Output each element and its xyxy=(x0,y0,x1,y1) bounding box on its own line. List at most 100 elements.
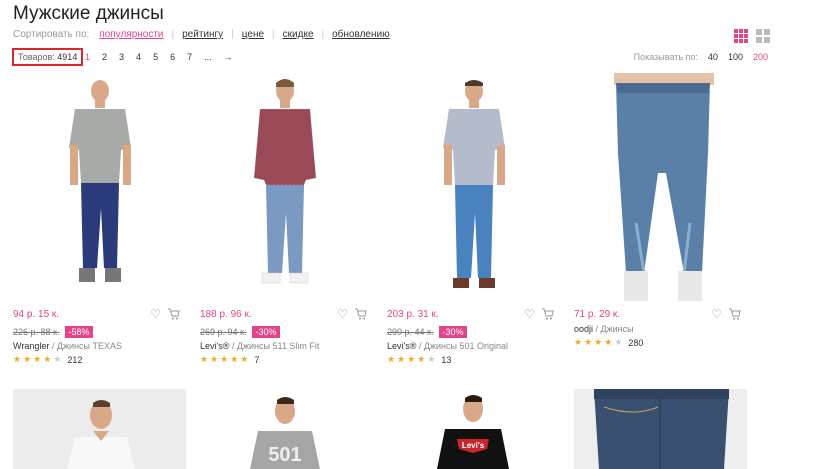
sort-option-discount[interactable]: скидке xyxy=(283,29,314,40)
card-actions: ♡ xyxy=(337,307,367,325)
per-page-option[interactable]: 200 xyxy=(753,52,768,62)
sort-option-newest[interactable]: обновлению xyxy=(332,29,389,40)
pagination: 1 2 3 4 5 6 7 ... → xyxy=(85,52,233,62)
star-icon: ★ xyxy=(43,354,52,364)
heart-icon[interactable]: ♡ xyxy=(711,307,722,325)
product-card[interactable]: ♡ 71 р. 29 к. oodji / Джинсы ★ ★ ★ ★ ★ 2… xyxy=(574,73,749,348)
old-price: 269 р. 94 к. xyxy=(200,326,247,337)
divider: | xyxy=(231,29,234,40)
page-ellipsis: ... xyxy=(204,52,212,62)
heart-icon[interactable]: ♡ xyxy=(524,307,535,325)
brand-model[interactable]: Levi's® / Джинсы 501 Original xyxy=(387,341,562,351)
model-name: Джинсы 501 Original xyxy=(423,341,509,351)
next-page-arrow[interactable]: → xyxy=(224,52,233,62)
brand-separator: / xyxy=(593,324,601,334)
star-empty-icon: ★ xyxy=(614,337,623,347)
brand-name: Wrangler xyxy=(13,341,50,351)
brand-name: Levi's® xyxy=(200,341,230,351)
product-photo[interactable] xyxy=(13,389,186,469)
page-link[interactable]: 6 xyxy=(170,52,175,62)
star-icon: ★ xyxy=(23,354,32,364)
page-link[interactable]: 7 xyxy=(187,52,192,62)
star-empty-icon: ★ xyxy=(427,354,436,364)
star-icon: ★ xyxy=(604,337,613,347)
page-link[interactable]: 4 xyxy=(136,52,141,62)
brand-name: oodji xyxy=(574,324,594,334)
product-count-value: 4914 xyxy=(57,52,78,62)
discount-badge: -30% xyxy=(439,325,467,338)
card-actions: ♡ xyxy=(150,307,180,325)
product-card[interactable]: ♡ 203 р. 31 к. 290 р. 44 к. -30% Levi's®… xyxy=(387,73,562,365)
star-icon: ★ xyxy=(594,337,603,347)
brand-model[interactable]: oodji / Джинсы xyxy=(574,324,749,334)
divider: | xyxy=(272,29,275,40)
discount-badge: -30% xyxy=(252,325,280,338)
review-count: 13 xyxy=(441,354,452,365)
star-icon: ★ xyxy=(230,354,239,364)
model-name: Джинсы xyxy=(600,324,634,334)
star-icon: ★ xyxy=(574,337,583,347)
brand-separator: / xyxy=(416,341,424,351)
page-link[interactable]: 2 xyxy=(102,52,107,62)
product-photo[interactable] xyxy=(200,73,375,301)
product-photo[interactable]: 501 xyxy=(200,389,373,469)
star-icon: ★ xyxy=(584,337,593,347)
per-page-label: Показывать по: xyxy=(633,52,698,62)
sort-option-price[interactable]: цене xyxy=(242,29,264,40)
model-name: Джинсы TEXAS xyxy=(56,341,122,351)
heart-icon[interactable]: ♡ xyxy=(150,307,161,325)
product-photo[interactable] xyxy=(387,73,562,301)
star-icon: ★ xyxy=(220,354,229,364)
star-empty-icon: ★ xyxy=(53,354,62,364)
sort-bar: Сортировать по: популярности | рейтингу … xyxy=(13,29,398,40)
sort-option-popularity[interactable]: популярности xyxy=(99,29,163,40)
brand-model[interactable]: Levi's® / Джинсы 511 Slim Fit xyxy=(200,341,375,351)
divider: | xyxy=(321,29,325,40)
page-link[interactable]: 1 xyxy=(85,52,90,62)
cart-icon[interactable] xyxy=(354,307,367,325)
star-icon: ★ xyxy=(33,354,42,364)
product-count: Товаров: 4914 xyxy=(12,48,84,66)
cart-icon[interactable] xyxy=(167,307,180,325)
product-photo[interactable] xyxy=(574,389,747,469)
product-photo[interactable] xyxy=(574,73,749,301)
grid-2-icon[interactable] xyxy=(756,29,770,43)
product-card[interactable]: ♡ 94 р. 15 к. 226 р. 88 к. -58% Wrangler… xyxy=(13,73,188,365)
brand-separator: / xyxy=(49,341,57,351)
per-page-option[interactable]: 100 xyxy=(728,52,743,62)
old-price: 290 р. 44 к. xyxy=(387,326,434,337)
cart-icon[interactable] xyxy=(728,307,741,325)
heart-icon[interactable]: ♡ xyxy=(337,307,348,325)
star-icon: ★ xyxy=(417,354,426,364)
brand-separator: / xyxy=(229,341,237,351)
view-toggle xyxy=(734,29,770,43)
product-card[interactable]: ♡ 188 р. 96 к. 269 р. 94 к. -30% Levi's®… xyxy=(200,73,375,365)
review-count: 280 xyxy=(628,337,644,348)
brand-name: Levi's® xyxy=(387,341,417,351)
star-icon: ★ xyxy=(407,354,416,364)
discount-badge: -58% xyxy=(65,325,93,338)
old-price-row: 269 р. 94 к. -30% xyxy=(200,325,375,338)
page-link[interactable]: 3 xyxy=(119,52,124,62)
brand-model[interactable]: Wrangler / Джинсы TEXAS xyxy=(13,341,188,351)
old-price-row: 290 р. 44 к. -30% xyxy=(387,325,562,338)
divider: | xyxy=(171,29,175,40)
page-title: Мужские джинсы xyxy=(13,3,164,24)
product-photo[interactable] xyxy=(13,73,188,301)
product-photo[interactable]: Levi's xyxy=(387,389,560,469)
old-price-row: 226 р. 88 к. -58% xyxy=(13,325,188,338)
review-count: 212 xyxy=(67,354,83,365)
page-link[interactable]: 5 xyxy=(153,52,158,62)
rating: ★ ★ ★ ★ ★ 280 xyxy=(574,337,749,348)
star-icon: ★ xyxy=(387,354,396,364)
product-count-label: Товаров: xyxy=(18,52,55,62)
sort-option-rating[interactable]: рейтингу xyxy=(182,29,223,40)
grid-4-icon[interactable] xyxy=(734,29,748,43)
cart-icon[interactable] xyxy=(541,307,554,325)
star-icon: ★ xyxy=(210,354,219,364)
star-icon: ★ xyxy=(200,354,209,364)
per-page-option[interactable]: 40 xyxy=(708,52,718,62)
tshirt-print: Levi's xyxy=(462,441,485,450)
per-page-selector: Показывать по: 40 100 200 xyxy=(634,52,768,62)
model-name: Джинсы 511 Slim Fit xyxy=(236,341,320,351)
